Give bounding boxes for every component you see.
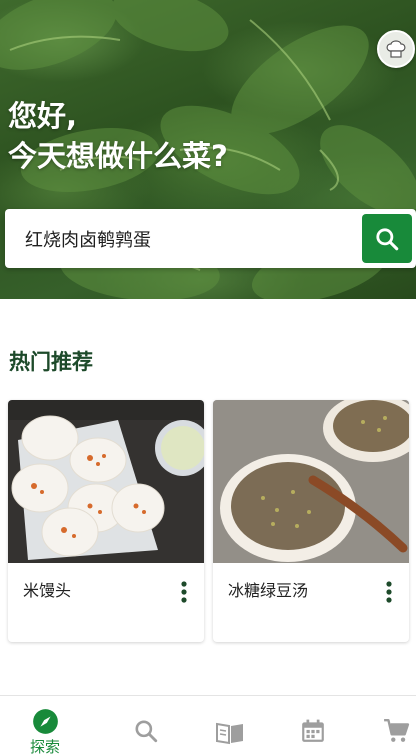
nav-item-cart[interactable] [354, 696, 416, 756]
search-bar [5, 209, 416, 268]
section-title: 热门推荐 [9, 350, 93, 374]
more-options-button[interactable] [172, 578, 196, 606]
recipe-name: 米馒头 [23, 581, 72, 600]
more-options-button[interactable] [377, 578, 401, 606]
recipe-card[interactable]: 冰糖绿豆汤 [213, 400, 409, 642]
book-icon [216, 722, 243, 745]
greeting-line-1: 您好, [8, 99, 78, 133]
search-button[interactable] [362, 214, 412, 263]
chef-avatar-button[interactable] [377, 30, 415, 68]
greeting-line-2: 今天想做什么菜? [8, 139, 228, 173]
recipe-image [8, 400, 204, 563]
nav-item-recipes[interactable] [188, 696, 272, 756]
nav-item-search[interactable] [104, 696, 188, 756]
nav-item-calendar[interactable] [271, 696, 355, 756]
compass-icon [32, 709, 58, 734]
recipe-name: 冰糖绿豆汤 [228, 581, 309, 600]
recipe-card[interactable]: 米馒头 [8, 400, 204, 642]
cart-icon [384, 718, 410, 742]
bottom-navigation: 探索 [0, 695, 416, 756]
nav-label-explore: 探索 [29, 738, 60, 756]
recipe-image [213, 400, 409, 563]
hero-banner: 您好, 今天想做什么菜? [0, 0, 416, 299]
more-vert-icon [181, 581, 187, 603]
search-icon [135, 720, 158, 743]
nav-item-explore[interactable]: 探索 [3, 696, 87, 756]
chef-hat-icon [386, 40, 406, 58]
search-input[interactable] [25, 225, 345, 253]
search-icon [376, 227, 399, 250]
greeting-heading: 您好, 今天想做什么菜? [8, 96, 228, 176]
calendar-icon [302, 719, 324, 742]
more-vert-icon [386, 581, 392, 603]
